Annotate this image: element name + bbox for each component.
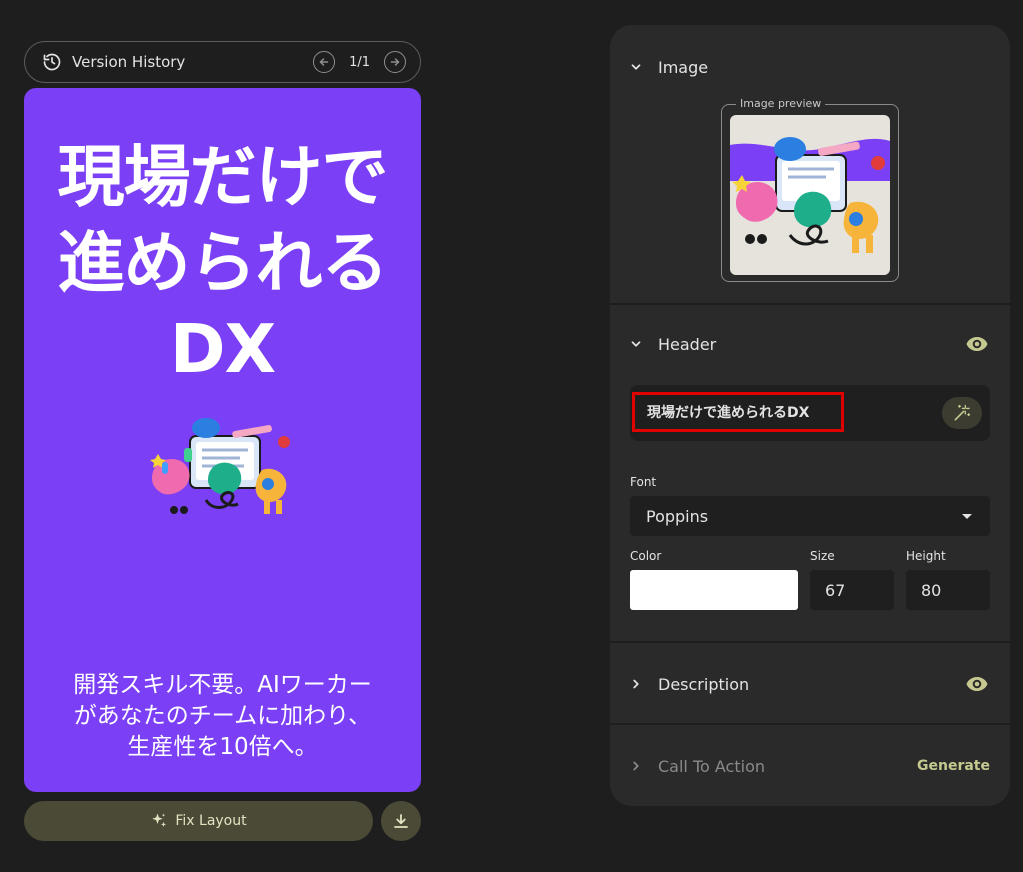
chevron-right-icon[interactable]	[628, 676, 644, 692]
size-input[interactable]: 67	[810, 570, 894, 610]
size-label: Size	[810, 549, 835, 563]
canvas-header-text[interactable]: 現場だけで 進められる DX	[24, 134, 421, 392]
eye-icon[interactable]	[964, 671, 990, 697]
description-section-header[interactable]: Description	[610, 662, 1010, 706]
fix-layout-label: Fix Layout	[175, 813, 247, 829]
image-section-header[interactable]: Image	[610, 45, 1010, 89]
chevron-down-icon[interactable]	[628, 59, 644, 75]
sparkle-icon	[150, 812, 168, 830]
image-preview[interactable]: Image preview	[721, 97, 899, 282]
chevron-right-icon[interactable]	[628, 758, 644, 774]
canvas-description-line: 生産性を10倍へ。	[127, 734, 318, 760]
cta-section-label: Call To Action	[658, 756, 765, 776]
version-history-bar: Version History 1/1	[24, 41, 421, 83]
download-button[interactable]	[381, 801, 421, 841]
font-select[interactable]: Poppins	[630, 496, 990, 536]
next-version-button[interactable]	[384, 51, 406, 73]
header-section-label: Header	[658, 334, 717, 354]
font-select-value: Poppins	[646, 506, 709, 526]
magic-wand-icon	[954, 404, 971, 421]
description-section-label: Description	[658, 674, 750, 694]
generate-button[interactable]: Generate	[917, 758, 990, 774]
chevron-down-icon[interactable]	[628, 336, 644, 352]
version-history-title: Version History	[72, 53, 186, 71]
magic-wand-button[interactable]	[942, 397, 982, 429]
color-label: Color	[630, 549, 662, 563]
eye-icon[interactable]	[964, 331, 990, 357]
design-canvas[interactable]: 現場だけで 進められる DX 開発スキル不要。AIワーカー があなたのチームに加…	[24, 88, 421, 792]
arrow-right-icon	[390, 58, 400, 66]
color-swatch[interactable]	[630, 570, 798, 610]
download-icon	[394, 814, 408, 828]
font-label: Font	[630, 475, 657, 489]
arrow-left-icon	[319, 58, 329, 66]
header-section-header[interactable]: Header	[610, 322, 1010, 366]
image-preview-legend: Image preview	[736, 97, 826, 110]
history-icon[interactable]	[41, 51, 63, 73]
illustration-image	[730, 137, 890, 253]
canvas-illustration[interactable]	[144, 414, 304, 518]
height-label: Height	[906, 549, 946, 563]
image-preview-thumbnail	[730, 115, 890, 275]
canvas-header-line: 進められる	[57, 224, 389, 302]
cta-section-header[interactable]: Call To Action Generate	[610, 744, 1010, 788]
header-text-field: 現場だけで進められるDX	[630, 385, 990, 441]
fix-layout-button[interactable]: Fix Layout	[24, 801, 373, 841]
image-section-label: Image	[658, 57, 709, 77]
canvas-header-line: DX	[169, 310, 276, 388]
version-counter: 1/1	[349, 54, 370, 70]
height-input[interactable]: 80	[906, 570, 990, 610]
header-text-input[interactable]: 現場だけで進められるDX	[632, 392, 844, 432]
canvas-description-line: があなたのチームに加わり、	[73, 703, 372, 729]
canvas-description-text[interactable]: 開発スキル不要。AIワーカー があなたのチームに加わり、 生産性を10倍へ。	[24, 670, 421, 763]
previous-version-button[interactable]	[313, 51, 336, 73]
dropdown-caret-icon	[962, 513, 972, 519]
properties-panel: Image Image preview Header 現場だけで進められるDX …	[610, 25, 1010, 806]
canvas-description-line: 開発スキル不要。AIワーカー	[73, 672, 372, 698]
canvas-header-line: 現場だけで	[57, 138, 389, 216]
